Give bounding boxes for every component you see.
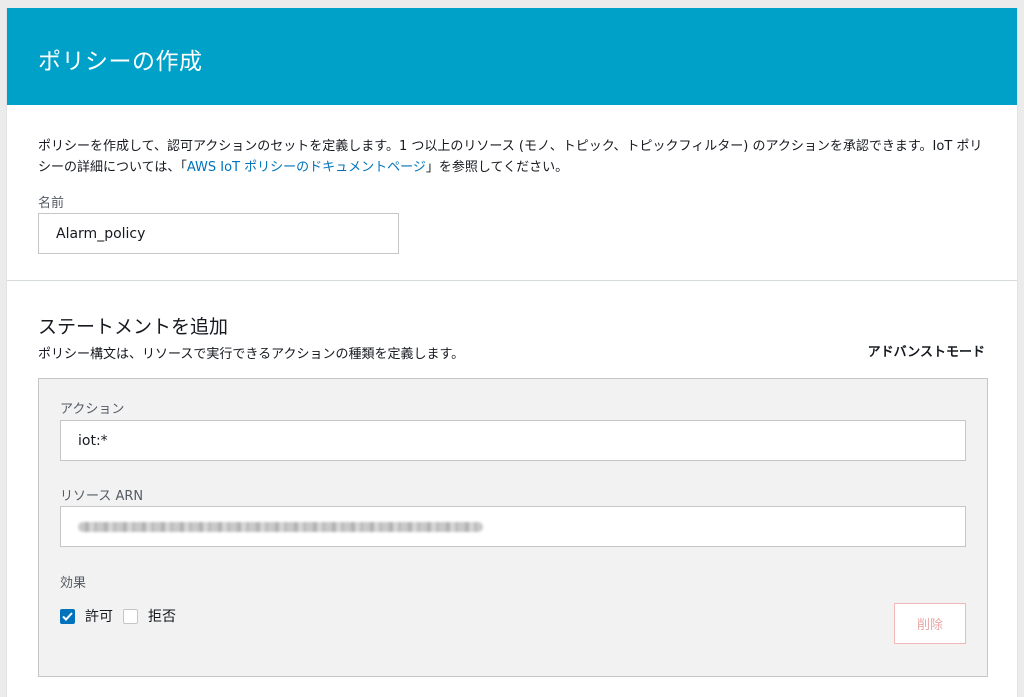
add-statement-description: ポリシー構文は、リソースで実行できるアクションの種類を定義します。: [38, 347, 465, 362]
allow-checkbox[interactable]: [60, 608, 75, 624]
effect-label: 効果: [60, 576, 87, 591]
delete-statement-button[interactable]: 削除: [894, 603, 966, 644]
deny-label: 拒否: [148, 609, 176, 625]
advanced-mode-link[interactable]: アドバンストモード: [868, 341, 985, 360]
page-title: ポリシーの作成: [38, 49, 203, 75]
action-value: iot:*: [78, 432, 108, 449]
allow-label: 許可: [85, 609, 113, 625]
policy-name-value: Alarm_policy: [56, 225, 146, 242]
resource-arn-label: リソース ARN: [60, 489, 144, 504]
resource-arn-redacted: [78, 521, 483, 532]
intro-description: ポリシーを作成して、認可アクションのセットを定義します。1 つ以上のリソース (…: [38, 136, 993, 178]
intro-text-after: 」を参照してください。: [425, 160, 569, 175]
deny-option[interactable]: 拒否: [123, 606, 176, 626]
allow-option[interactable]: 許可: [60, 606, 113, 626]
check-icon: [62, 611, 73, 621]
policy-docs-link[interactable]: AWS IoT ポリシーのドキュメントページ: [187, 160, 426, 175]
page-header: ポリシーの作成: [7, 8, 1017, 105]
name-label: 名前: [38, 196, 65, 211]
deny-checkbox[interactable]: [123, 608, 138, 624]
action-input[interactable]: iot:*: [60, 420, 966, 461]
add-statement-title: ステートメントを追加: [38, 316, 229, 338]
section-divider: [7, 280, 1017, 281]
create-policy-page: ポリシーの作成 ポリシーを作成して、認可アクションのセットを定義します。1 つ以…: [6, 8, 1018, 697]
action-label: アクション: [60, 402, 125, 417]
policy-name-input[interactable]: Alarm_policy: [38, 213, 399, 254]
statement-panel: アクション iot:* リソース ARN 効果 許可 拒否 削除: [38, 378, 988, 677]
resource-arn-input[interactable]: [60, 506, 966, 547]
